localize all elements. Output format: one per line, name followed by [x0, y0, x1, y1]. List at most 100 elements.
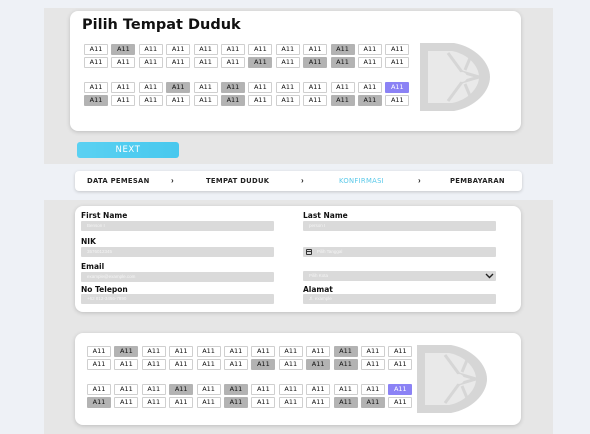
seat-button[interactable]: A11 — [141, 397, 166, 408]
seat-button[interactable]: A11 — [111, 95, 136, 106]
first-name-field[interactable]: Benson I — [81, 221, 274, 231]
phone-field[interactable]: +62 812-3456-7890 — [81, 294, 274, 304]
seat-button[interactable]: A11 — [385, 82, 410, 93]
date-field[interactable]: Pilih Tanggal — [303, 247, 496, 257]
seat-button[interactable]: A11 — [275, 57, 300, 68]
seat-button[interactable]: A11 — [169, 384, 194, 395]
seat-button[interactable]: A11 — [388, 384, 413, 395]
seat-button[interactable]: A11 — [84, 44, 108, 55]
seat-button[interactable]: A11 — [278, 397, 303, 408]
seat-button[interactable]: A11 — [357, 44, 382, 55]
seat-button[interactable]: A11 — [114, 359, 139, 370]
seat-button[interactable]: A11 — [303, 95, 328, 106]
seat-button[interactable]: A11 — [223, 359, 248, 370]
seat-button[interactable]: A11 — [333, 384, 358, 395]
seat-button[interactable]: A11 — [360, 359, 385, 370]
seat-button[interactable]: A11 — [306, 359, 331, 370]
city-select[interactable]: Pilih Kota — [303, 271, 496, 281]
seat-button[interactable]: A11 — [193, 57, 218, 68]
step-konfirmasi[interactable]: KONFIRMASI — [339, 171, 384, 191]
seat-button[interactable]: A11 — [141, 359, 166, 370]
seat-button[interactable]: A11 — [166, 95, 191, 106]
seat-button[interactable]: A11 — [275, 95, 300, 106]
seat-button[interactable]: A11 — [248, 44, 273, 55]
seat-button[interactable]: A11 — [166, 57, 191, 68]
seat-button[interactable]: A11 — [111, 82, 136, 93]
seat-button[interactable]: A11 — [360, 384, 385, 395]
seat-button[interactable]: A11 — [193, 44, 218, 55]
seat-button[interactable]: A11 — [330, 44, 355, 55]
seat-button[interactable]: A11 — [169, 359, 194, 370]
seat-button[interactable]: A11 — [385, 44, 410, 55]
seat-button[interactable]: A11 — [169, 346, 194, 357]
seat-button[interactable]: A11 — [166, 82, 191, 93]
seat-button[interactable]: A11 — [138, 44, 163, 55]
seat-button[interactable]: A11 — [220, 57, 245, 68]
seat-button[interactable]: A11 — [330, 95, 355, 106]
seat-button[interactable]: A11 — [330, 82, 355, 93]
seat-button[interactable]: A11 — [87, 359, 111, 370]
seat-button[interactable]: A11 — [248, 82, 273, 93]
seat-button[interactable]: A11 — [385, 95, 410, 106]
seat-button[interactable]: A11 — [138, 82, 163, 93]
seat-button[interactable]: A11 — [360, 346, 385, 357]
last-name-field[interactable]: person I — [303, 221, 496, 231]
address-field[interactable]: Jl. example — [303, 294, 496, 304]
seat-button[interactable]: A11 — [141, 346, 166, 357]
nik-field[interactable]: 3576012345 — [81, 247, 274, 257]
seat-button[interactable]: A11 — [114, 397, 139, 408]
seat-button[interactable]: A11 — [141, 384, 166, 395]
seat-button[interactable]: A11 — [306, 397, 331, 408]
seat-button[interactable]: A11 — [251, 384, 276, 395]
seat-button[interactable]: A11 — [169, 397, 194, 408]
seat-button[interactable]: A11 — [138, 95, 163, 106]
seat-button[interactable]: A11 — [251, 397, 276, 408]
seat-button[interactable]: A11 — [223, 346, 248, 357]
seat-button[interactable]: A11 — [87, 346, 111, 357]
seat-button[interactable]: A11 — [248, 57, 273, 68]
seat-button[interactable]: A11 — [333, 397, 358, 408]
seat-button[interactable]: A11 — [388, 346, 413, 357]
seat-button[interactable]: A11 — [360, 397, 385, 408]
seat-button[interactable]: A11 — [84, 82, 108, 93]
seat-button[interactable]: A11 — [303, 57, 328, 68]
seat-button[interactable]: A11 — [278, 384, 303, 395]
step-data-pemesan[interactable]: DATA PEMESAN — [87, 171, 150, 191]
seat-button[interactable]: A11 — [251, 346, 276, 357]
seat-button[interactable]: A11 — [278, 359, 303, 370]
seat-button[interactable]: A11 — [278, 346, 303, 357]
seat-button[interactable]: A11 — [111, 57, 136, 68]
seat-button[interactable]: A11 — [275, 82, 300, 93]
seat-button[interactable]: A11 — [333, 359, 358, 370]
seat-button[interactable]: A11 — [357, 57, 382, 68]
seat-button[interactable]: A11 — [306, 346, 331, 357]
seat-button[interactable]: A11 — [196, 359, 221, 370]
seat-button[interactable]: A11 — [388, 397, 413, 408]
seat-button[interactable]: A11 — [306, 384, 331, 395]
seat-button[interactable]: A11 — [84, 95, 108, 106]
seat-button[interactable]: A11 — [330, 57, 355, 68]
seat-button[interactable]: A11 — [166, 44, 191, 55]
seat-button[interactable]: A11 — [251, 359, 276, 370]
seat-button[interactable]: A11 — [275, 44, 300, 55]
seat-button[interactable]: A11 — [357, 95, 382, 106]
seat-button[interactable]: A11 — [220, 95, 245, 106]
email-field[interactable]: example@example.com — [81, 272, 274, 282]
seat-button[interactable]: A11 — [303, 44, 328, 55]
seat-button[interactable]: A11 — [193, 82, 218, 93]
seat-button[interactable]: A11 — [87, 384, 111, 395]
step-tempat-duduk[interactable]: TEMPAT DUDUK — [206, 171, 269, 191]
seat-button[interactable]: A11 — [248, 95, 273, 106]
seat-button[interactable]: A11 — [193, 95, 218, 106]
seat-button[interactable]: A11 — [385, 57, 410, 68]
seat-button[interactable]: A11 — [87, 397, 111, 408]
seat-button[interactable]: A11 — [196, 384, 221, 395]
seat-button[interactable]: A11 — [196, 346, 221, 357]
seat-button[interactable]: A11 — [114, 384, 139, 395]
seat-button[interactable]: A11 — [138, 57, 163, 68]
seat-button[interactable]: A11 — [223, 397, 248, 408]
seat-button[interactable]: A11 — [223, 384, 248, 395]
seat-button[interactable]: A11 — [111, 44, 136, 55]
seat-button[interactable]: A11 — [303, 82, 328, 93]
step-pembayaran[interactable]: PEMBAYARAN — [450, 171, 505, 191]
